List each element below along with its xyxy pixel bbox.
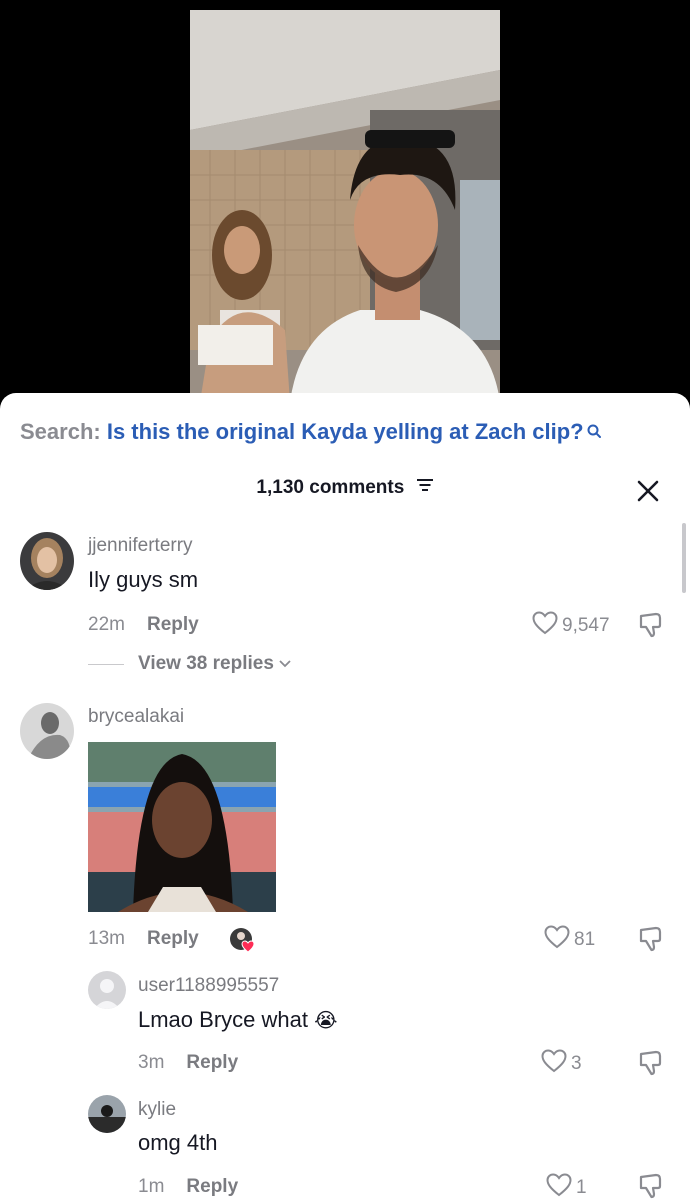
like-count: 81	[574, 929, 596, 950]
like-count: 3	[571, 1053, 582, 1074]
creator-liked-badge	[228, 926, 260, 954]
dislike-icon[interactable]	[636, 610, 666, 640]
reply-button[interactable]: Reply	[186, 1176, 238, 1197]
dislike-icon[interactable]	[636, 1048, 666, 1078]
reply-button[interactable]: Reply	[147, 614, 199, 635]
dislike-icon[interactable]	[636, 924, 666, 954]
comment-username[interactable]: jjenniferterry	[88, 535, 193, 557]
comment-text-body: Lmao Bryce what	[138, 1007, 308, 1032]
scrollbar[interactable]	[682, 523, 686, 593]
search-query-link[interactable]: Is this the original Kayda yelling at Za…	[107, 419, 584, 444]
reply-button[interactable]: Reply	[186, 1052, 238, 1073]
like-button[interactable]: 9,547	[532, 611, 610, 641]
heart-outline-icon	[541, 1049, 567, 1079]
video-frame	[190, 10, 500, 402]
comment-time: 1m	[138, 1176, 165, 1197]
like-button[interactable]: 81	[544, 925, 595, 955]
video-player[interactable]	[190, 10, 500, 402]
close-icon[interactable]	[636, 479, 660, 503]
filter-icon[interactable]	[416, 477, 434, 499]
comments-header: 1,130 comments	[0, 477, 690, 507]
avatar[interactable]	[20, 532, 74, 590]
comments-sheet: Search: Is this the original Kayda yelli…	[0, 393, 690, 1200]
search-suggestion[interactable]: Search: Is this the original Kayda yelli…	[20, 419, 602, 445]
view-replies-label: View 38 replies	[138, 653, 274, 674]
search-prefix: Search:	[20, 419, 101, 444]
comment-time: 22m	[88, 614, 125, 635]
comment-meta: 1m Reply	[138, 1176, 238, 1198]
comment-text: Lmao Bryce what 😭	[138, 1007, 337, 1033]
heart-outline-icon	[546, 1173, 572, 1200]
like-button[interactable]: 1	[546, 1173, 587, 1200]
comment-time: 13m	[88, 928, 125, 949]
like-count: 9,547	[562, 615, 610, 636]
comment-username[interactable]: user1188995557	[138, 975, 279, 997]
replies-divider	[88, 663, 124, 665]
comment-image[interactable]	[88, 742, 276, 912]
view-replies-button[interactable]: View 38 replies	[88, 653, 292, 675]
comment-username[interactable]: brycealakai	[88, 706, 184, 728]
comment-meta: 22m Reply	[88, 614, 199, 636]
crying-face-emoji: 😭	[314, 1008, 338, 1032]
like-count: 1	[576, 1177, 587, 1198]
comment-count: 1,130 comments	[256, 477, 405, 498]
comment-meta: 3m Reply	[138, 1052, 238, 1074]
comment-text: Ily guys sm	[88, 567, 199, 592]
avatar[interactable]	[88, 971, 126, 1009]
dislike-icon[interactable]	[636, 1171, 666, 1200]
like-button[interactable]: 3	[541, 1049, 582, 1079]
chevron-down-icon	[278, 653, 292, 675]
avatar[interactable]	[88, 1095, 126, 1133]
avatar[interactable]	[20, 703, 74, 759]
search-icon	[586, 419, 602, 445]
comment-time: 3m	[138, 1052, 165, 1073]
reply-button[interactable]: Reply	[147, 928, 199, 949]
comment-meta: 13m Reply	[88, 928, 199, 950]
comment-text: omg 4th	[138, 1130, 218, 1155]
heart-outline-icon	[544, 925, 570, 955]
comment-username[interactable]: kylie	[138, 1099, 176, 1121]
heart-outline-icon	[532, 611, 558, 641]
